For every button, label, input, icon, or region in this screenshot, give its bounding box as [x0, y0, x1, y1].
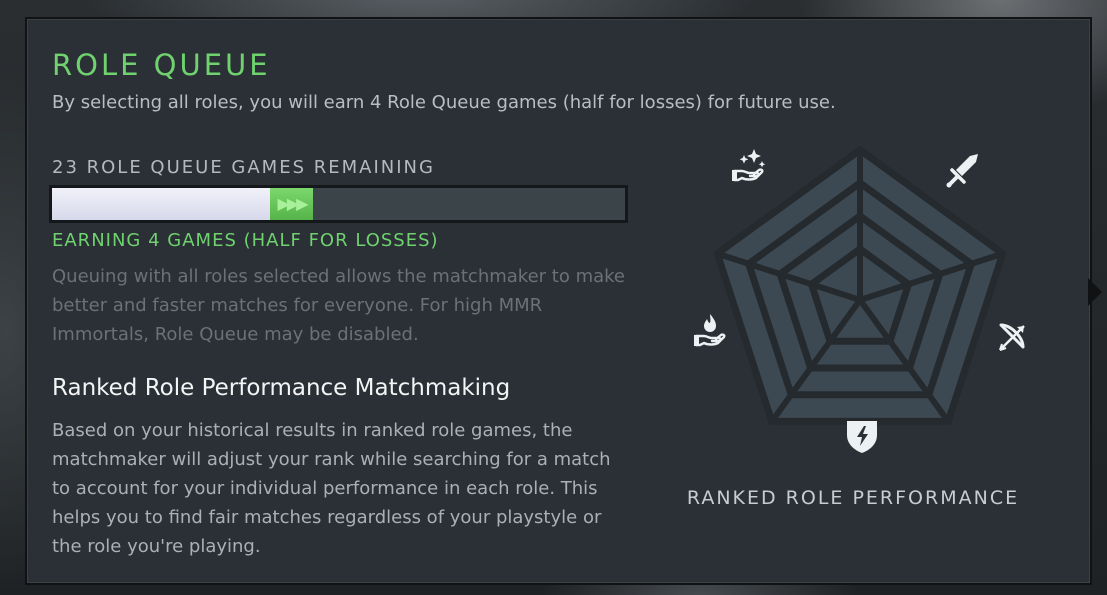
flame-hand-icon [690, 310, 730, 350]
role-queue-progress-bar: ▶▶▶ [49, 185, 628, 223]
radar-chart-label: RANKED ROLE PERFORMANCE [686, 487, 1020, 509]
sparkle-hand-icon [728, 145, 768, 185]
shield-bolt-icon [842, 415, 882, 455]
role-queue-subtitle: By selecting all roles, you will earn 4 … [52, 92, 836, 113]
role-queue-title: ROLE QUEUE [52, 48, 271, 82]
role-queue-info-text: Queuing with all roles selected allows t… [52, 266, 625, 345]
ranked-performance-body: Based on your historical results in rank… [52, 420, 611, 557]
bow-icon [992, 318, 1032, 358]
progress-fill-current [52, 188, 270, 220]
tooltip-pointer [1088, 278, 1102, 306]
ranked-performance-title: Ranked Role Performance Matchmaking [52, 375, 511, 401]
progress-fill-earning: ▶▶▶ [270, 188, 313, 220]
games-remaining-label: 23 ROLE QUEUE GAMES REMAINING [52, 157, 435, 178]
sword-icon [944, 150, 984, 190]
earning-games-label: EARNING 4 GAMES (HALF FOR LOSSES) [52, 230, 439, 251]
